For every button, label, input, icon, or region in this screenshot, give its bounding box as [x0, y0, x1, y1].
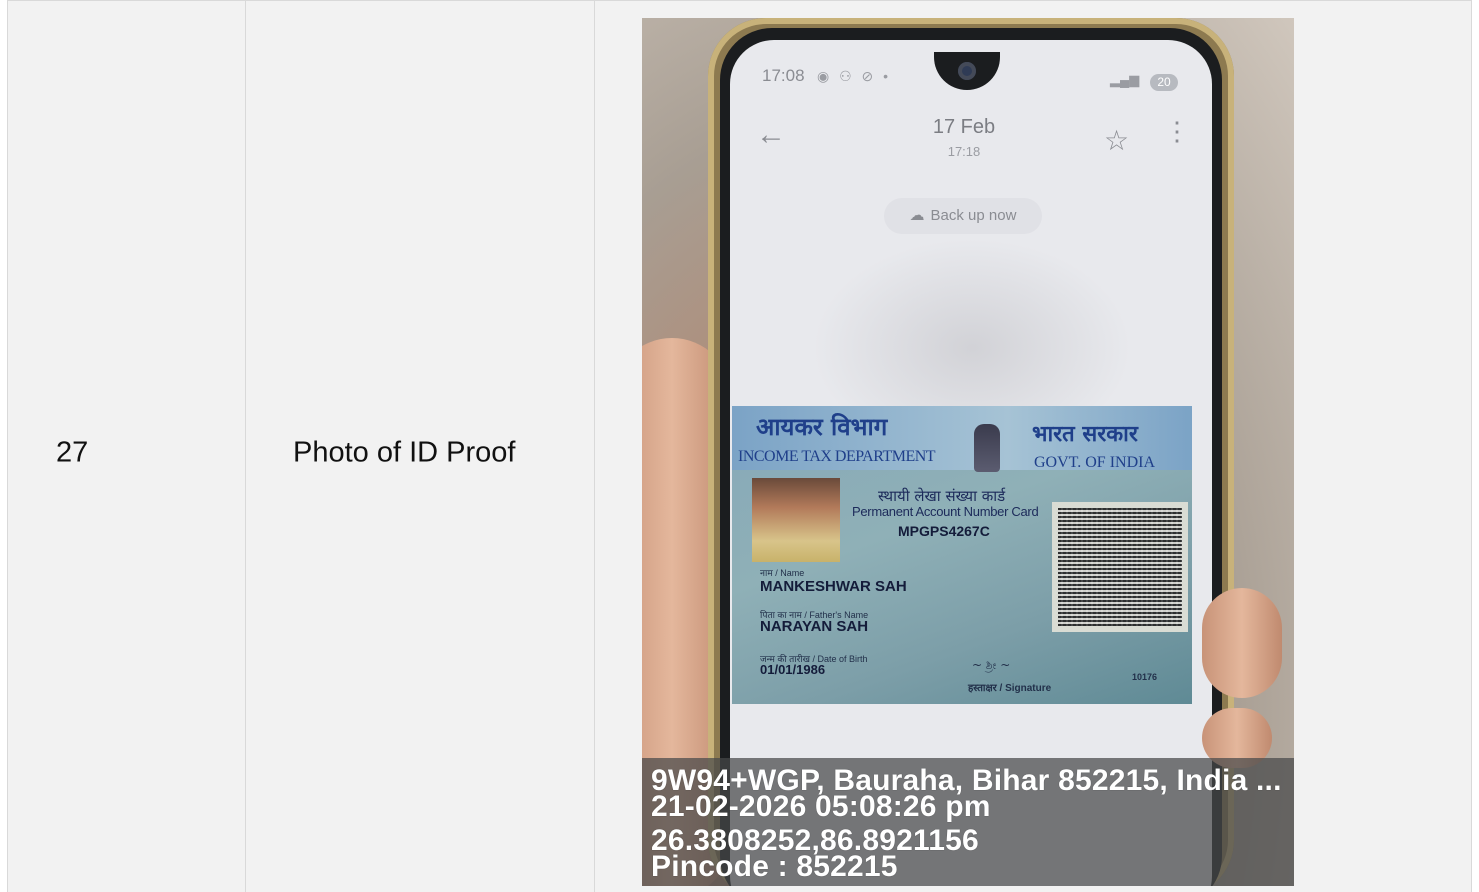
card-country-hindi: भारत सरकार	[1032, 421, 1138, 447]
card-title-english: Permanent Account Number Card	[852, 504, 1039, 519]
cloud-upload-icon: ☁	[909, 207, 925, 224]
more-options-icon: ⋮	[1164, 116, 1190, 146]
viewer-date-title: 17 Feb	[932, 116, 996, 138]
pan-card: आयकर विभाग INCOME TAX DEPARTMENT भारत सर…	[732, 406, 1192, 704]
card-title-hindi: स्थायी लेखा संख्या कार्ड	[878, 487, 1006, 505]
geotag-pincode: Pincode : 852215	[651, 850, 898, 883]
document-label-cell: Photo of ID Proof	[293, 436, 516, 469]
card-holder-photo	[752, 478, 840, 562]
backup-now-pill: ☁ Back up now	[884, 198, 1042, 234]
card-dept-english: INCOME TAX DEPARTMENT	[738, 448, 936, 465]
hand-finger	[1202, 588, 1282, 698]
back-arrow-icon: ←	[756, 118, 786, 151]
date-of-birth: 01/01/1986	[760, 662, 826, 677]
backup-label: Back up now	[930, 207, 1017, 224]
card-dept-hindi: आयकर विभाग	[756, 412, 888, 441]
column-divider	[594, 1, 595, 892]
column-divider	[245, 1, 246, 892]
geotag-overlay: 9W94+WGP, Bauraha, Bihar 852215, India .…	[642, 758, 1294, 886]
viewer-time-subtitle: 17:18	[947, 144, 981, 159]
front-camera-icon	[958, 62, 976, 80]
signal-icon: ▂▄▆	[1110, 72, 1140, 87]
national-emblem-icon	[974, 424, 1000, 472]
battery-indicator: 20	[1150, 74, 1178, 91]
status-bar-time: 17:08	[762, 66, 805, 85]
card-code: 10176	[1132, 672, 1158, 682]
card-country-english: GOVT. OF INDIA	[1034, 454, 1156, 471]
pan-number: MPGPS4267C	[898, 523, 990, 539]
father-name: NARAYAN SAH	[760, 618, 869, 635]
status-bar-icons: ◉ ⚇ ⊘ •	[817, 68, 892, 84]
serial-number-cell: 27	[56, 436, 89, 469]
id-proof-photo[interactable]: 17:08 ◉ ⚇ ⊘ • ▂▄▆ 20 ← 17 Feb 17:18 ☆ ⋮ …	[642, 18, 1294, 886]
geotag-datetime: 21-02-2026 05:08:26 pm	[651, 790, 991, 823]
qr-code	[1052, 502, 1188, 632]
signature-mark: ~ ಶ್ರೀ ~	[972, 658, 1011, 672]
card-holder-name: MANKESHWAR SAH	[760, 578, 907, 595]
signature-label: हस्ताक्षर / Signature	[968, 683, 1052, 694]
star-icon: ☆	[1104, 125, 1130, 156]
